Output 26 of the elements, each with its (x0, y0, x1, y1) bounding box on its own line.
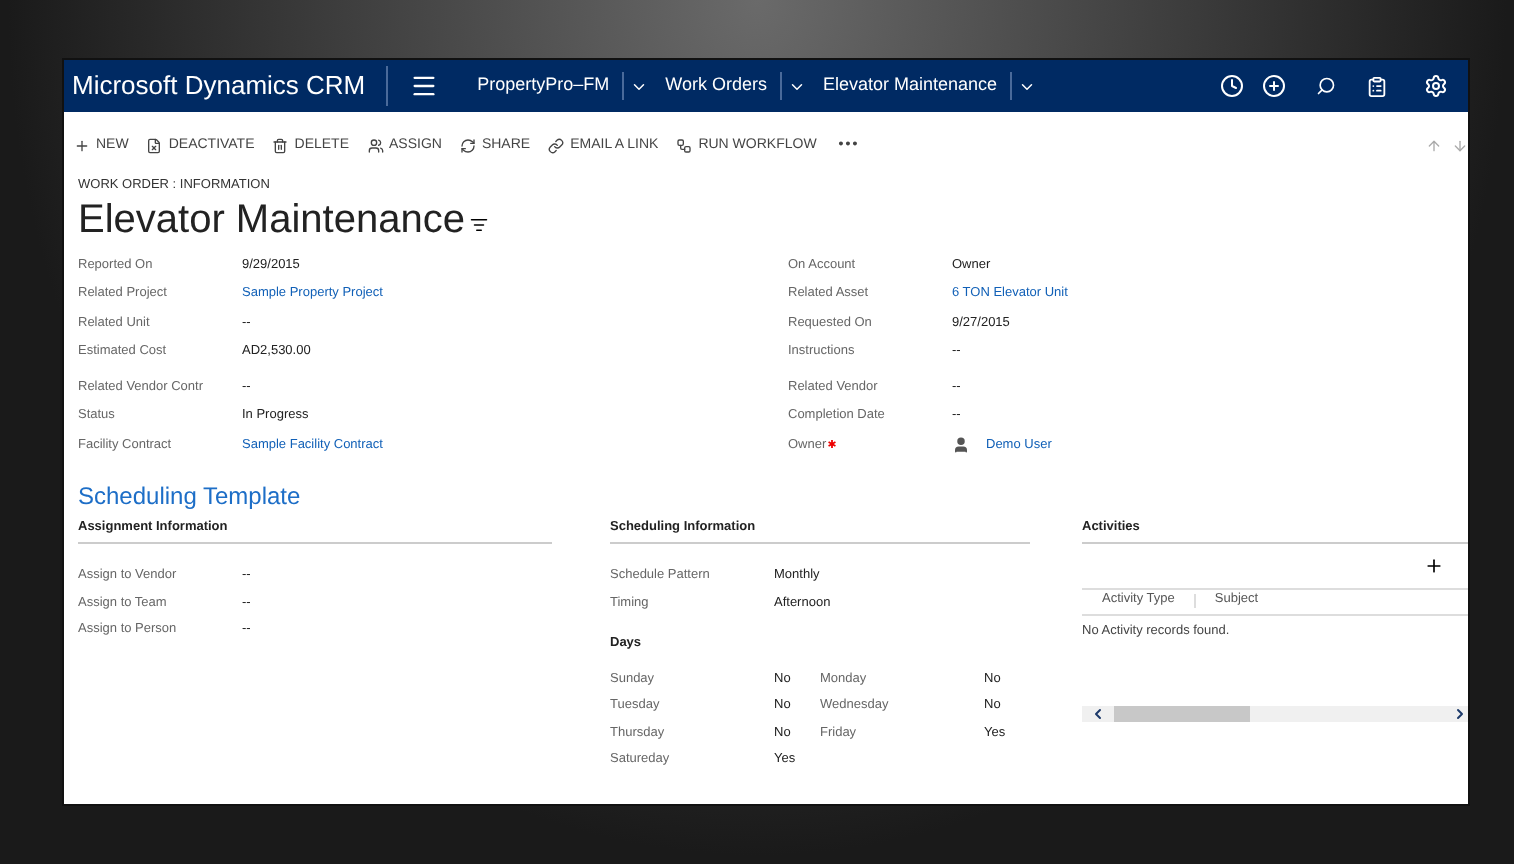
breadcrumb-link[interactable]: Elevator Maintenance (823, 72, 998, 100)
app-title: Microsoft Dynamics CRM (64, 66, 388, 106)
workflow-icon (676, 138, 693, 154)
trash-icon (272, 138, 289, 154)
user-icon (952, 436, 970, 455)
add-icon[interactable] (1424, 555, 1444, 575)
link-icon (548, 138, 565, 154)
people-icon (367, 138, 383, 154)
breadcrumb-link[interactable]: Work Orders (665, 72, 767, 100)
clipboard-icon[interactable] (1366, 75, 1388, 97)
plus-icon (74, 138, 90, 154)
search-icon[interactable] (1316, 76, 1336, 96)
share-icon (459, 138, 476, 154)
section-title: Scheduling Template (78, 484, 303, 508)
document-icon (146, 138, 163, 154)
chevron-left-icon[interactable] (1090, 706, 1106, 722)
record-title: Elevator Maintenance (78, 199, 465, 239)
scrollbar-thumb[interactable] (1114, 706, 1250, 722)
list-icon[interactable] (470, 215, 489, 233)
chevron-right-icon[interactable] (1452, 706, 1468, 722)
menu-icon[interactable] (409, 72, 438, 100)
horizontal-scrollbar[interactable] (1082, 706, 1468, 722)
add-icon[interactable] (1262, 74, 1286, 98)
breadcrumb-link[interactable]: PropertyPro–FM (477, 72, 610, 100)
clock-icon[interactable] (1220, 74, 1244, 98)
settings-icon[interactable] (1424, 74, 1448, 98)
